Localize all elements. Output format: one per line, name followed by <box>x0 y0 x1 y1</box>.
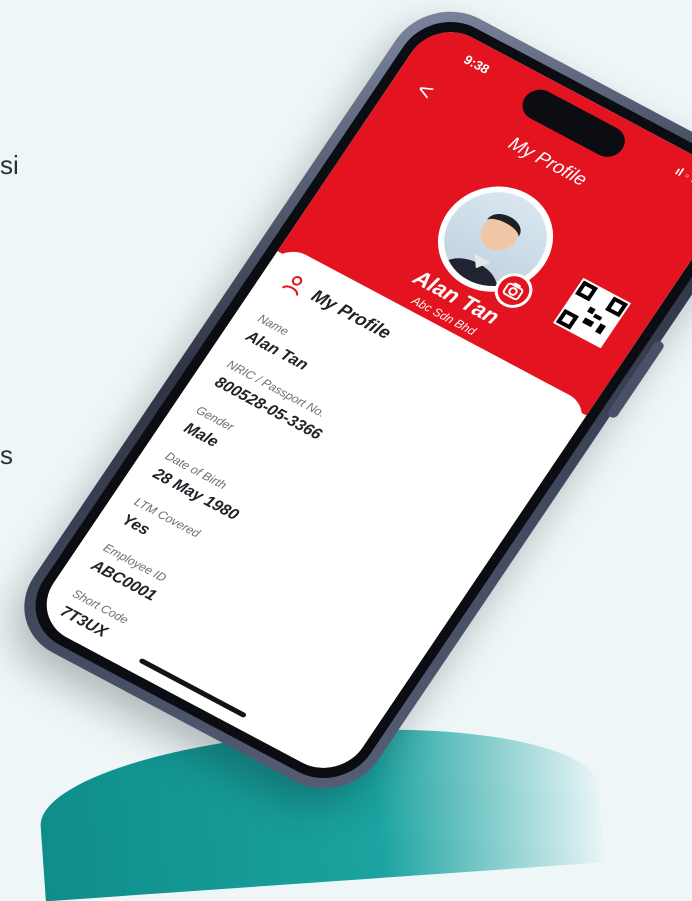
status-icons: ıl ◦ ▭ <box>672 164 692 190</box>
status-time: 9:38 <box>460 51 493 77</box>
field-employee-id: Employee ID ABC0001 <box>87 541 170 606</box>
background-text-top: si <box>0 150 19 180</box>
user-icon <box>281 276 303 296</box>
background-text-mid: s <box>0 440 13 470</box>
field-name: Name Alan Tan <box>242 311 322 374</box>
qr-code-icon <box>552 277 632 349</box>
field-ltm: LTM Covered Yes <box>118 495 203 560</box>
device-wrapper: 9:38 ıl ◦ ▭ < My Profile Alan Tan Abc Sd… <box>1 0 692 812</box>
qr-code-button[interactable] <box>552 277 632 349</box>
phone-device: 9:38 ıl ◦ ▭ < My Profile Alan Tan Abc Sd… <box>1 0 692 809</box>
field-gender: Gender Male <box>180 403 237 453</box>
app-screen: 9:38 ıl ◦ ▭ < My Profile Alan Tan Abc Sd… <box>30 17 692 783</box>
field-short-code: Short Code 7T3UX <box>56 587 131 647</box>
